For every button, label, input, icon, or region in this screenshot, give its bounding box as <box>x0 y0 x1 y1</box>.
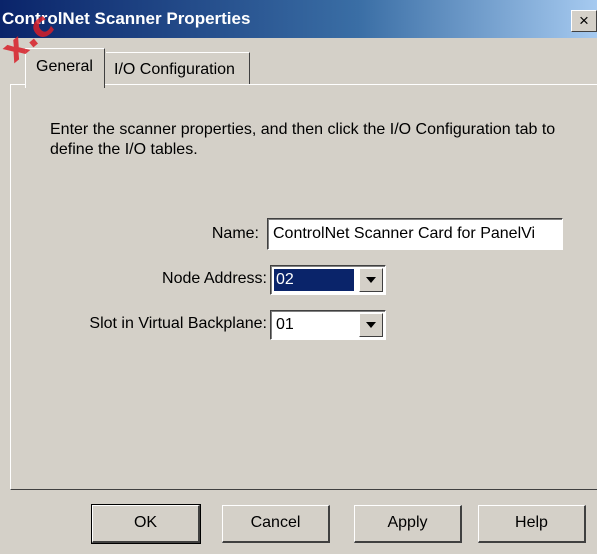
name-field-value: ControlNet Scanner Card for PanelVi <box>273 225 536 242</box>
slot-label: Slot in Virtual Backplane: <box>89 315 267 332</box>
name-field[interactable]: ControlNet Scanner Card for PanelVi <box>267 218 563 250</box>
node-address-label: Node Address: <box>162 270 267 287</box>
node-address-dropdown-button[interactable] <box>359 268 383 292</box>
title-bar[interactable]: ControlNet Scanner Properties × <box>0 0 597 38</box>
slot-select[interactable]: 01 <box>270 310 386 340</box>
ok-button[interactable]: OK <box>91 504 201 544</box>
help-button[interactable]: Help <box>478 505 586 543</box>
chevron-down-icon <box>366 322 376 328</box>
node-address-select[interactable]: 02 <box>270 265 386 295</box>
tab-io-configuration-label: I/O Configuration <box>114 61 235 78</box>
properties-dialog: ControlNet Scanner Properties × General … <box>0 0 597 554</box>
cancel-button[interactable]: Cancel <box>222 505 330 543</box>
close-icon[interactable]: × <box>571 10 597 32</box>
apply-button[interactable]: Apply <box>354 505 462 543</box>
window-title: ControlNet Scanner Properties <box>2 9 251 28</box>
name-label: Name: <box>211 225 259 242</box>
tab-general-label: General <box>36 58 93 75</box>
tab-io-configuration[interactable]: I/O Configuration <box>106 52 250 84</box>
tab-general[interactable]: General <box>25 48 105 88</box>
chevron-down-icon <box>366 277 376 283</box>
instructions-text: Enter the scanner properties, and then c… <box>50 121 556 158</box>
node-address-value: 02 <box>274 269 354 291</box>
slot-value: 01 <box>276 316 294 333</box>
slot-dropdown-button[interactable] <box>359 313 383 337</box>
